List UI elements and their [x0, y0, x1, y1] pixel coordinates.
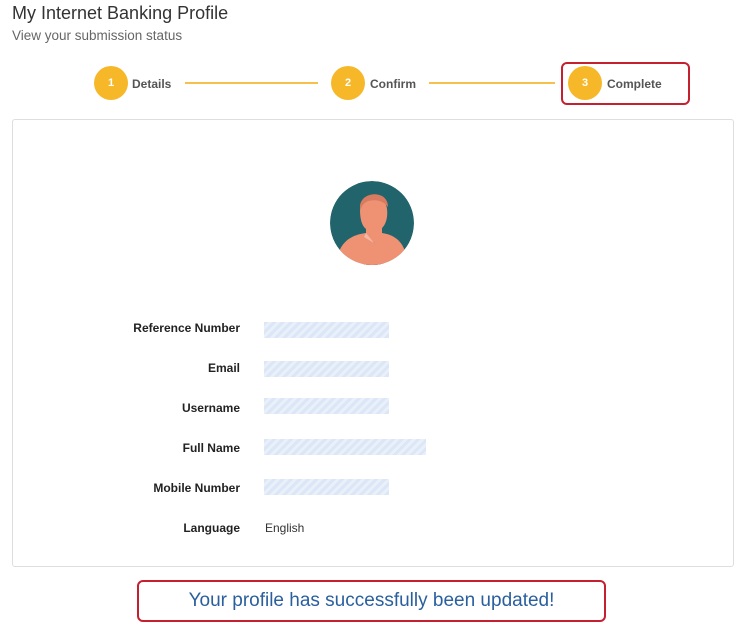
mobile-number-label: Mobile Number [153, 481, 240, 495]
success-message-box: Your profile has successfully been updat… [137, 580, 606, 622]
step-2-circle: 2 [331, 66, 365, 100]
full-name-label: Full Name [182, 441, 240, 455]
step-connector-1 [185, 82, 318, 84]
language-value: English [265, 521, 305, 535]
email-value-redacted [264, 361, 389, 377]
step-1-label: Details [132, 77, 172, 91]
step-connector-2 [429, 82, 555, 84]
page-title: My Internet Banking Profile [12, 3, 229, 23]
step-1-circle: 1 [94, 66, 128, 100]
email-label: Email [207, 361, 240, 375]
reference-number-value-redacted [264, 322, 389, 338]
step-3-circle: 3 [568, 66, 602, 100]
username-value-redacted [264, 398, 389, 414]
progress-stepper: 1 Details 2 Confirm 3 Complete [0, 62, 736, 106]
success-message: Your profile has successfully been updat… [188, 590, 555, 611]
language-label: Language [183, 521, 240, 535]
step-2-label: Confirm [370, 77, 416, 91]
reference-number-label: Reference Number [133, 321, 240, 335]
username-label: Username [181, 401, 240, 415]
page-subtitle: View your submission status [12, 28, 183, 43]
step-3-label: Complete [607, 77, 662, 91]
mobile-number-value-redacted [264, 479, 389, 495]
full-name-value-redacted [264, 439, 426, 455]
person-avatar-icon [330, 181, 414, 265]
